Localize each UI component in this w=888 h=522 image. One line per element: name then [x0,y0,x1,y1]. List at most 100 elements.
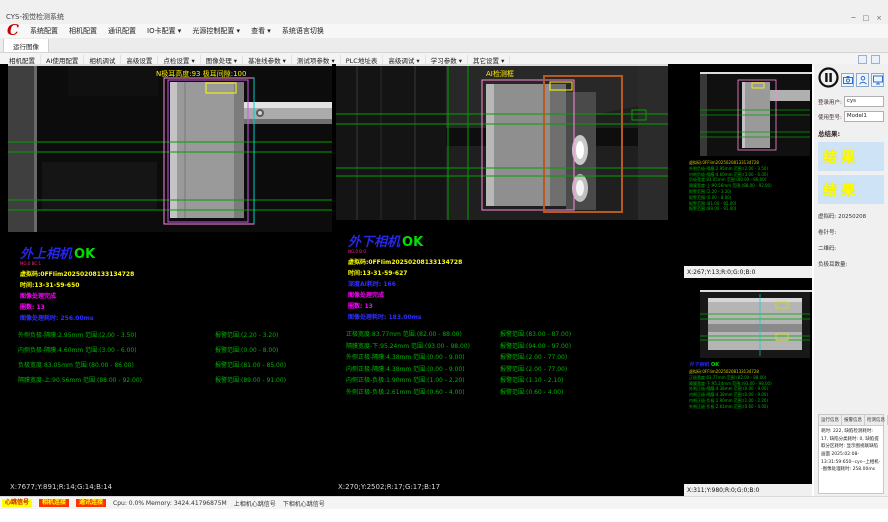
thumbnail-lower[interactable]: 外下相机OK 虚拟码:0FFIim20250208133134728 正极宽度:… [684,282,812,496]
alarm-range: 报警范围:(0.60 - 4.00) [500,387,563,396]
info-processing-time: 图像处理耗时: 183.00ms [348,315,668,321]
menu-io-card-config[interactable]: IO卡配置 ▾ [147,26,181,36]
lower-camera-panel: AI检测框 外下相机OK NG:0 B:0 虚拟码:0FFIim20250208… [336,64,668,496]
lower-camera-info-lines: 虚拟码:0FFIim20250208133134728 时间:13-31-59-… [336,260,668,321]
tab-run-image[interactable]: 运行图像 [3,38,49,52]
measurement-row: 隔膜宽度-下:95.24mm 范围:(93.00 - 98.00) 报警范围:(… [336,341,668,353]
app-logo-icon: C [7,21,19,39]
measurement-row: 内侧负极-隔膜:4.60mm 范围:(3.00 - 6.00) 报警范围:(0.… [8,345,332,360]
thumbnail-lower-image[interactable] [700,290,812,358]
thumbnail-upper-pixel-readout: X:267;Y:13;R:0;G:0;B:0 [684,266,812,278]
lower-camera-heartbeat-text: 下相机心跳信号 [283,499,325,508]
measurement-row: 外侧正极-负极:2.61mm 范围:(0.60 - 4.00) 报警范围:(0.… [336,387,668,399]
model-field: 使用型号: Model1 [818,111,884,122]
alarm-range: 报警范围:(2.00 - 77.00) [500,364,567,373]
thumbnail-upper-image[interactable] [700,72,812,156]
toolbar-learning-params[interactable]: 学习参数 ▾ [426,55,468,65]
status-bar: 心跳信号 相机连接 通讯连接 Cpu: 0.0% Memory: 3424.41… [0,496,888,509]
monitor-icon-button[interactable] [871,73,884,87]
measurement-value: 内侧负极-隔膜:4.60mm 范围:(3.00 - 6.00) [18,345,137,354]
info-tabs: 运行信息 报警信息 检测信息 [819,415,883,426]
thumb-measure-line: 外侧正极-负极:2.61mm 范围:(0.60 - 4.00) [689,404,812,410]
login-user-input[interactable]: cys [844,96,884,107]
lower-camera-overlay-label: AI检测框 [486,69,514,78]
info-virtual-code: 虚拟码:0FFIim20250208133134728 [20,272,332,278]
toolbar-other-settings[interactable]: 其它设置 ▾ [468,55,510,65]
lower-camera-pixel-readout: X:270;Y:2502;R:17;G:17;B:17 [338,483,440,491]
thumbnail-lower-pixel-readout: X:311;Y:980;R:0;G:0;B:0 [684,484,812,496]
toolbar-image-processing[interactable]: 图像处理 ▾ [201,55,243,65]
alarm-range: 报警范围:(89.00 - 91.00) [215,375,286,384]
model-label: 使用型号: [818,113,842,121]
measurement-row: 隔膜宽度-上:90.56mm 范围:(88.00 - 92.00) 报警范围:(… [8,375,332,390]
user-icon-button[interactable] [856,73,869,87]
virtual-code-row: 虚拟码: 20250208 [818,212,884,220]
maximize-icon[interactable]: □ [863,14,870,22]
lower-camera-result-title: 外下相机OK [348,236,668,249]
sidebar-buttons [818,67,884,92]
info-virtual-code: 虚拟码:0FFIim20250208133134728 [348,260,668,266]
measurement-row: 外侧负极-隔膜:2.95mm 范围:(2.00 - 3.50) 报警范围:(2.… [8,330,332,345]
lower-camera-name: 外下相机 [348,235,400,250]
toolbar-plc-address-table[interactable]: PLC地址表 [341,55,384,65]
toolbar-spot-check[interactable]: 点检设置 ▾ [158,55,200,65]
camera-icon-button[interactable] [841,73,854,87]
measurement-value: 外侧负极-隔膜:2.95mm 范围:(2.00 - 3.50) [18,330,137,339]
menu-camera-config[interactable]: 相机配置 [69,26,97,36]
alarm-range: 报警范围:(83.00 - 87.00) [500,329,571,338]
info-processing-done: 图像处理完成 [20,294,332,300]
thumbnail-upper[interactable]: 虚拟码:0FFIim20250208133134728 外侧负极-隔膜:2.95… [684,64,812,278]
alarm-range: 报警范围:(2.00 - 77.00) [500,352,567,361]
menu-system-config[interactable]: 系统配置 [30,26,58,36]
info-time: 时间:13-31-59-650 [20,283,332,289]
layout-icon[interactable] [858,55,867,64]
measurement-value: 内侧正极-隔膜:4.38mm 范围:(0.00 - 9.00) [346,364,465,373]
lower-camera-ok-status: OK [402,235,423,250]
lower-camera-image[interactable]: AI检测框 [336,64,668,220]
roll-needle-label: 卷针号: [818,228,884,236]
measurement-value: 外侧正极-负极:2.61mm 范围:(0.60 - 4.00) [346,387,465,396]
model-input[interactable]: Model1 [844,111,884,122]
menu-language-switch[interactable]: 系统语言切换 [282,26,324,36]
toolbar-advanced-settings[interactable]: 高级设置 [121,55,158,65]
menu-light-control-config[interactable]: 光源控制配置 ▾ [192,26,240,36]
run-info-panel: 运行信息 报警信息 检测信息 耗时: 222, 缺陷检测耗时: 17, 缺陷分类… [818,414,884,494]
total-result-label: 总结果: [818,128,884,138]
upper-camera-result-title: 外上相机OK [20,248,332,261]
menu-bar: C 系统配置 相机配置 通讯配置 IO卡配置 ▾ 光源控制配置 ▾ 查看 ▾ 系… [0,24,888,39]
window-controls: ─ □ × [851,14,882,22]
menu-comm-config[interactable]: 通讯配置 [108,26,136,36]
cpu-memory-readout: Cpu: 0.0% Memory: 3424.41796875M [113,500,227,507]
result-box-upper: 结果 [818,142,884,171]
measurement-row: 负极宽度:83.05mm 范围:(80.00 - 86.00) 报警范围:(81… [8,360,332,375]
toolbar-camera-debug[interactable]: 相机调试 [84,55,121,65]
thumbnail-upper-text: 虚拟码:0FFIim20250208133134728 外侧负极-隔膜:2.95… [684,156,812,266]
menu-view[interactable]: 查看 ▾ [251,26,271,36]
alarm-range: 报警范围:(81.00 - 85.00) [215,360,286,369]
measurement-row: 内侧正极-隔膜:4.38mm 范围:(0.00 - 9.00) 报警范围:(2.… [336,364,668,376]
measurement-value: 隔膜宽度-下:95.24mm 范围:(93.00 - 98.00) [346,341,470,350]
upper-camera-image[interactable]: N极耳高度:93 极耳间隙:100 [8,64,332,232]
virtual-code-label: 虚拟码: [818,214,836,220]
toolbar-test-params[interactable]: 测试项参数 ▾ [292,55,341,65]
result-box-lower: 结果 [818,175,884,204]
upper-camera-subtext: MG:0 BC:1 [20,262,332,266]
measurement-row: 正极宽度:83.77mm 范围:(82.00 - 88.00) 报警范围:(83… [336,329,668,341]
app-window: CYS-视觉检测系统 ─ □ × C 系统配置 相机配置 通讯配置 IO卡配置 … [0,0,888,522]
tab-alarm-info[interactable]: 报警信息 [842,415,865,425]
toolbar-advanced-debug[interactable]: 高级调试 ▾ [383,55,425,65]
tab-detect-info[interactable]: 检测信息 [865,415,888,425]
close-icon[interactable]: × [876,14,882,22]
login-user-label: 登录用户: [818,98,842,106]
pause-button[interactable] [818,67,839,92]
toolbar-ai-use-config[interactable]: AI使用配置 [41,55,84,65]
toolbar-camera-config[interactable]: 相机配置 [4,55,41,65]
grid-icon[interactable] [871,55,880,64]
tab-run-info[interactable]: 运行信息 [819,415,842,425]
toolbar-baseline-params[interactable]: 基准线参数 ▾ [243,55,292,65]
info-processing-done: 图像处理完成 [348,293,668,299]
thumb-result-heading: 外下相机OK [689,362,812,369]
alarm-range: 报警范围:(94.00 - 97.00) [500,341,571,350]
minimize-icon[interactable]: ─ [851,14,855,22]
upper-camera-pixel-readout: X:7677;Y:891;R:14;G:14;B:14 [10,483,112,491]
